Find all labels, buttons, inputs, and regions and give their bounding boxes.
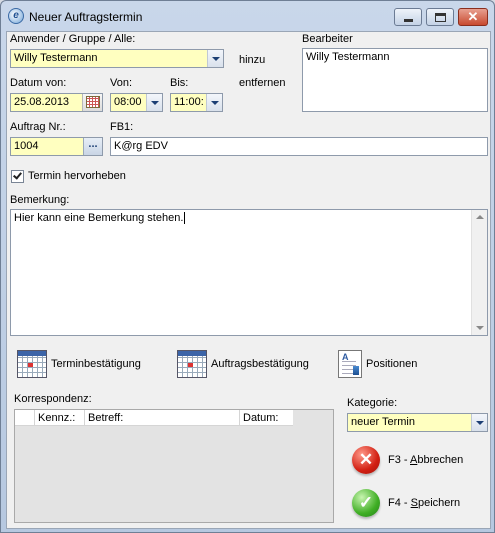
dialog-window: e Neuer Auftragstermin ✕ Anwender / Grup… — [0, 0, 495, 533]
close-button[interactable]: ✕ — [458, 8, 488, 26]
column-header-kennz[interactable]: Kennz.: — [35, 410, 85, 426]
bearbeiter-item[interactable]: Willy Testermann — [306, 51, 484, 63]
anwender-value: Willy Testermann — [14, 52, 98, 64]
fb1-label: FB1: — [110, 121, 134, 133]
bearbeiter-listbox[interactable]: Willy Testermann — [302, 48, 488, 112]
text-cursor: ​ — [184, 212, 186, 224]
checkmark-icon — [13, 170, 22, 180]
column-header-select[interactable] — [15, 410, 35, 426]
bis-label: Bis: — [170, 77, 189, 89]
app-icon: e — [8, 8, 24, 24]
hinzu-link[interactable]: hinzu — [239, 54, 265, 66]
auftrag-nr-value: 1004 — [14, 140, 39, 152]
kategorie-combobox[interactable]: neuer Termin — [347, 413, 488, 432]
terminbestaetigung-button[interactable]: Terminbestätigung — [17, 348, 141, 380]
scroll-down-icon[interactable] — [476, 326, 484, 330]
calendar-icon — [86, 96, 100, 108]
bemerkung-label: Bemerkung: — [10, 194, 70, 206]
termin-hervorheben-label[interactable]: Termin hervorheben — [28, 170, 126, 182]
auftragsbestaetigung-button[interactable]: Auftragsbestätigung — [177, 348, 309, 380]
auftragsbestaetigung-label: Auftragsbestätigung — [211, 358, 309, 370]
chevron-down-icon[interactable] — [206, 94, 222, 111]
bemerkung-textarea[interactable]: Hier kann eine Bemerkung stehen.​ — [10, 209, 488, 336]
dialog-body: Anwender / Gruppe / Alle: Willy Testerma… — [6, 31, 491, 529]
chevron-down-icon[interactable] — [146, 94, 162, 111]
abbrechen-key: F3 - — [388, 454, 411, 466]
entfernen-link[interactable]: entfernen — [239, 77, 285, 89]
abbrechen-label: F3 - Abbrechen — [388, 454, 463, 466]
chevron-down-icon[interactable] — [207, 50, 223, 67]
positionen-button[interactable]: Positionen — [338, 348, 417, 380]
maximize-button[interactable] — [426, 8, 454, 26]
bis-value: 11:00: — [174, 96, 204, 108]
speichern-label: F4 - Speichern — [388, 497, 460, 509]
auftrag-browse-button[interactable]: ... — [83, 138, 102, 155]
kategorie-label: Kategorie: — [347, 397, 398, 409]
auftrag-nr-label: Auftrag Nr.: — [10, 121, 66, 133]
von-time-combobox[interactable]: 08:00 — [110, 93, 163, 112]
fb1-value: K@rg EDV — [114, 140, 168, 152]
bis-time-combobox[interactable]: 11:00: — [170, 93, 223, 112]
column-header-datum[interactable]: Datum: — [240, 410, 293, 426]
chevron-down-icon[interactable] — [471, 414, 487, 431]
scroll-up-icon[interactable] — [476, 215, 484, 219]
minimize-button[interactable] — [394, 8, 422, 26]
datum-von-label: Datum von: — [10, 77, 67, 89]
calendar-picker-button[interactable] — [82, 94, 102, 111]
anwender-combobox[interactable]: Willy Testermann — [10, 49, 224, 68]
title-bar[interactable]: e Neuer Auftragstermin ✕ — [1, 1, 494, 31]
datum-von-field[interactable]: 25.08.2013 — [10, 93, 103, 112]
von-value: 08:00 — [114, 96, 142, 108]
document-icon — [338, 350, 362, 378]
positionen-label: Positionen — [366, 358, 418, 370]
abbrechen-rest: bbrechen — [417, 454, 464, 466]
speichern-rest: peichern — [417, 497, 461, 509]
auftrag-nr-field[interactable]: 1004 ... — [10, 137, 103, 156]
termin-hervorheben-checkbox[interactable] — [11, 170, 24, 183]
abbrechen-button[interactable]: ✕ F3 - Abbrechen — [352, 446, 463, 474]
speichern-key: F4 - — [388, 497, 411, 509]
maximize-icon — [435, 13, 446, 22]
korrespondenz-list[interactable]: Kennz.: Betreff: Datum: — [14, 409, 334, 523]
calendar-icon — [17, 350, 47, 378]
kategorie-value: neuer Termin — [351, 416, 415, 428]
calendar-icon — [177, 350, 207, 378]
bemerkung-value: Hier kann eine Bemerkung stehen. — [14, 212, 184, 224]
anwender-label: Anwender / Gruppe / Alle: — [10, 33, 136, 45]
speichern-accel: S — [410, 497, 418, 509]
bemerkung-scrollbar[interactable] — [471, 210, 487, 335]
fb1-field[interactable]: K@rg EDV — [110, 137, 488, 156]
terminbestaetigung-label: Terminbestätigung — [51, 358, 141, 370]
korrespondenz-header: Kennz.: Betreff: Datum: — [15, 410, 293, 426]
close-icon: ✕ — [467, 9, 479, 24]
minimize-icon — [404, 19, 413, 22]
window-title: Neuer Auftragstermin — [29, 10, 143, 24]
column-header-betreff[interactable]: Betreff: — [85, 410, 240, 426]
bearbeiter-label: Bearbeiter — [302, 33, 353, 45]
save-check-icon: ✓ — [352, 489, 380, 517]
datum-von-value: 25.08.2013 — [14, 96, 70, 108]
speichern-button[interactable]: ✓ F4 - Speichern — [352, 489, 460, 517]
korrespondenz-label: Korrespondenz: — [14, 393, 92, 405]
cancel-icon: ✕ — [352, 446, 380, 474]
von-label: Von: — [110, 77, 133, 89]
